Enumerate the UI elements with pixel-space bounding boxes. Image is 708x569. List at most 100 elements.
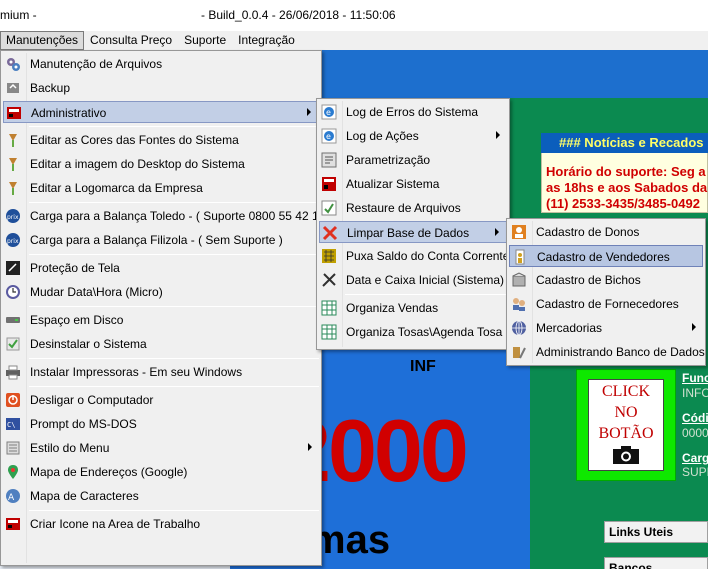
- menubar-integracao[interactable]: Integração: [232, 31, 301, 50]
- menu-item-label: Backup: [30, 81, 71, 95]
- menubar-consulta-preco[interactable]: Consulta Preço: [84, 31, 178, 50]
- paint-icon: [9, 134, 17, 147]
- submenu-arrow-icon: [495, 228, 499, 236]
- side-label-func: Func: [682, 371, 708, 385]
- news-title: ### Notícias e Recados: [541, 133, 708, 153]
- menu-item-label: Limpar Base de Dados: [347, 226, 470, 240]
- menu-item-prompt-do-ms-dos[interactable]: C\ Prompt do MS-DOS: [3, 413, 319, 435]
- menu-item-estilo-do-menu[interactable]: Estilo do Menu: [3, 437, 319, 459]
- menu-item-label: Cadastro de Bichos: [536, 273, 641, 287]
- menu-item-editar-a-imagem-do-desktop-do-sistema[interactable]: Editar a imagem do Desktop do Sistema: [3, 153, 319, 175]
- menu-item-backup[interactable]: Backup: [3, 77, 319, 99]
- news-line-3: (11) 2533-3435/3485-0492: [546, 196, 700, 211]
- menu-item-label: Data e Caixa Inicial (Sistema): [346, 273, 505, 287]
- menu-item-instalar-impressoras-em-seu-windows[interactable]: Instalar Impressoras - Em seu Windows: [3, 361, 319, 383]
- menu-item-desligar-o-computador[interactable]: Desligar o Computador: [3, 389, 319, 411]
- menu-item-restaure-de-arquivos[interactable]: Restaure de Arquivos: [319, 197, 507, 219]
- menu-item-editar-as-cores-das-fontes-do-sistema[interactable]: Editar as Cores das Fontes do Sistema: [3, 129, 319, 151]
- menu-item-mapa-de-enderecos-google[interactable]: Mapa de Endereços (Google): [3, 461, 319, 483]
- menu-item-protecao-de-tela[interactable]: Proteção de Tela: [3, 257, 319, 279]
- menu-item-label: Organiza Vendas: [346, 301, 439, 315]
- menu-item-label: Cadastro de Fornecedores: [536, 297, 679, 311]
- menu-item-parametrizacao[interactable]: Parametrização: [319, 149, 507, 171]
- click-button[interactable]: CLICK NO BOTÃO: [588, 379, 664, 471]
- prix-icon: prix: [6, 209, 20, 223]
- menu-item-log-de-acoes[interactable]: e Log de Ações: [319, 125, 507, 147]
- menu-item-mapa-de-caracteres[interactable]: A Mapa de Caracteres: [3, 485, 319, 507]
- menu-item-carga-para-a-balanca-filizola-sem-suporte[interactable]: prix Carga para a Balança Filizola - ( Se…: [3, 229, 319, 251]
- grid-icon: [321, 300, 337, 316]
- menu-item-label: Mapa de Caracteres: [30, 489, 139, 503]
- menu-item-label: Prompt do MS-DOS: [30, 417, 137, 431]
- menu-item-label: Editar a Logomarca da Empresa: [30, 181, 203, 195]
- svg-text:A: A: [8, 493, 15, 503]
- restore-icon: [321, 200, 337, 216]
- menu-item-organiza-vendas[interactable]: Organiza Vendas: [319, 297, 507, 319]
- menu-item-label: Mudar Data\Hora (Micro): [30, 285, 163, 299]
- svg-text:e: e: [326, 108, 331, 117]
- menu-separator: [29, 510, 319, 511]
- admin-icon: [6, 518, 20, 530]
- clear-x-icon: [322, 225, 338, 241]
- charmap-icon: A: [6, 489, 20, 503]
- svg-text:prix: prix: [7, 238, 19, 245]
- menu-item-puxa-saldo-do-conta-corrente[interactable]: Puxa Saldo do Conta Corrente: [319, 245, 510, 267]
- menu-item-atualizar-sistema[interactable]: Atualizar Sistema: [319, 173, 507, 195]
- menu-item-cadastro-de-vendedores[interactable]: Cadastro de Vendedores: [509, 245, 703, 267]
- menu-item-mercadorias[interactable]: Mercadorias: [509, 317, 703, 339]
- vendor-icon: [515, 249, 525, 265]
- menu-item-label: Parametrização: [346, 153, 431, 167]
- menu-item-label: Log de Erros do Sistema: [346, 105, 479, 119]
- menubar-suporte[interactable]: Suporte: [178, 31, 232, 50]
- people-icon: [513, 298, 525, 311]
- menu-item-data-e-caixa-inicial-sistema[interactable]: Data e Caixa Inicial (Sistema): [319, 269, 507, 291]
- admin-icon: [7, 107, 21, 119]
- submenu-arrow-icon: [692, 323, 696, 331]
- menu-item-cadastro-de-bichos[interactable]: Cadastro de Bichos: [509, 269, 703, 291]
- menu-item-label: Administrativo: [31, 106, 107, 120]
- menu-item-criar-icone-na-area-de-trabalho[interactable]: Criar Icone na Area de Trabalho: [3, 513, 319, 535]
- menu-item-label: Atualizar Sistema: [346, 177, 440, 191]
- menu-item-organiza-tosas-agenda-tosa[interactable]: Organiza Tosas\Agenda Tosa: [319, 321, 507, 343]
- person-icon: [512, 225, 526, 239]
- click-line-2: NO: [614, 404, 638, 421]
- menu-item-mudar-data-hora-micro[interactable]: Mudar Data\Hora (Micro): [3, 281, 319, 303]
- menu-item-desinstalar-o-sistema[interactable]: Desinstalar o Sistema: [3, 333, 319, 355]
- menu-item-label: Puxa Saldo do Conta Corrente: [346, 249, 510, 263]
- menu-style-icon: [6, 441, 20, 455]
- menu-item-cadastro-de-donos[interactable]: Cadastro de Donos: [509, 221, 703, 243]
- side-label-codigo: Códi: [682, 411, 708, 425]
- window-title-build: - Build_0.0.4 - 26/06/2018 - 11:50:06: [201, 8, 396, 22]
- bancos-button[interactable]: Bancos: [604, 557, 708, 569]
- calc-icon: [322, 249, 336, 263]
- menu-item-manutencao-de-arquivos[interactable]: Manutenção de Arquivos: [3, 53, 319, 75]
- menu-item-carga-para-a-balanca-toledo-suporte-0800-55-42-11[interactable]: prix Carga para a Balança Toledo - ( Supo…: [3, 205, 332, 227]
- side-value-func: INFO: [682, 386, 708, 400]
- menu-item-administrativo[interactable]: Administrativo: [3, 101, 319, 123]
- menu-item-label: Mapa de Endereços (Google): [30, 465, 188, 479]
- menu-item-administrando-banco-de-dados[interactable]: Administrando Banco de Dados: [509, 341, 705, 363]
- svg-text:C\: C\: [7, 421, 15, 429]
- box-icon: [512, 272, 526, 287]
- title-bar: mium - - Build_0.0.4 - 26/06/2018 - 11:5…: [0, 0, 708, 31]
- menubar-manutencoes[interactable]: Manutenções: [0, 31, 85, 50]
- manutencoes-menu: Manutenção de Arquivos Backup Administrati…: [0, 50, 332, 566]
- menu-item-log-de-erros-do-sistema[interactable]: e Log de Erros do Sistema: [319, 101, 507, 123]
- menu-item-label: Desinstalar o Sistema: [30, 337, 147, 351]
- update-icon: [322, 177, 336, 191]
- administrativo-submenu: e Log de Erros do Sistema e Log de Ações Par…: [316, 98, 510, 350]
- menu-bar: Manutenções Consulta Preço Suporte Integraç…: [0, 31, 708, 50]
- tools-icon: [322, 273, 336, 287]
- menu-item-limpar-base-de-dados[interactable]: Limpar Base de Dados: [319, 221, 507, 243]
- submenu-arrow-icon: [307, 108, 311, 116]
- gears-icon: [7, 58, 20, 71]
- menu-item-espaco-em-disco[interactable]: Espaço em Disco: [3, 309, 319, 331]
- menu-item-editar-a-logomarca-da-empresa[interactable]: Editar a Logomarca da Empresa: [3, 177, 319, 199]
- links-uteis-button[interactable]: Links Uteis: [604, 521, 708, 543]
- menu-item-cadastro-de-fornecedores[interactable]: Cadastro de Fornecedores: [509, 293, 703, 315]
- uninstall-icon: [6, 337, 20, 351]
- grid-icon: [321, 324, 337, 340]
- menu-item-label: Carga para a Balança Filizola - ( Sem Su…: [30, 233, 283, 247]
- disk-icon: [6, 317, 20, 323]
- news-line-1: Horário do suporte: Seg a: [546, 164, 706, 179]
